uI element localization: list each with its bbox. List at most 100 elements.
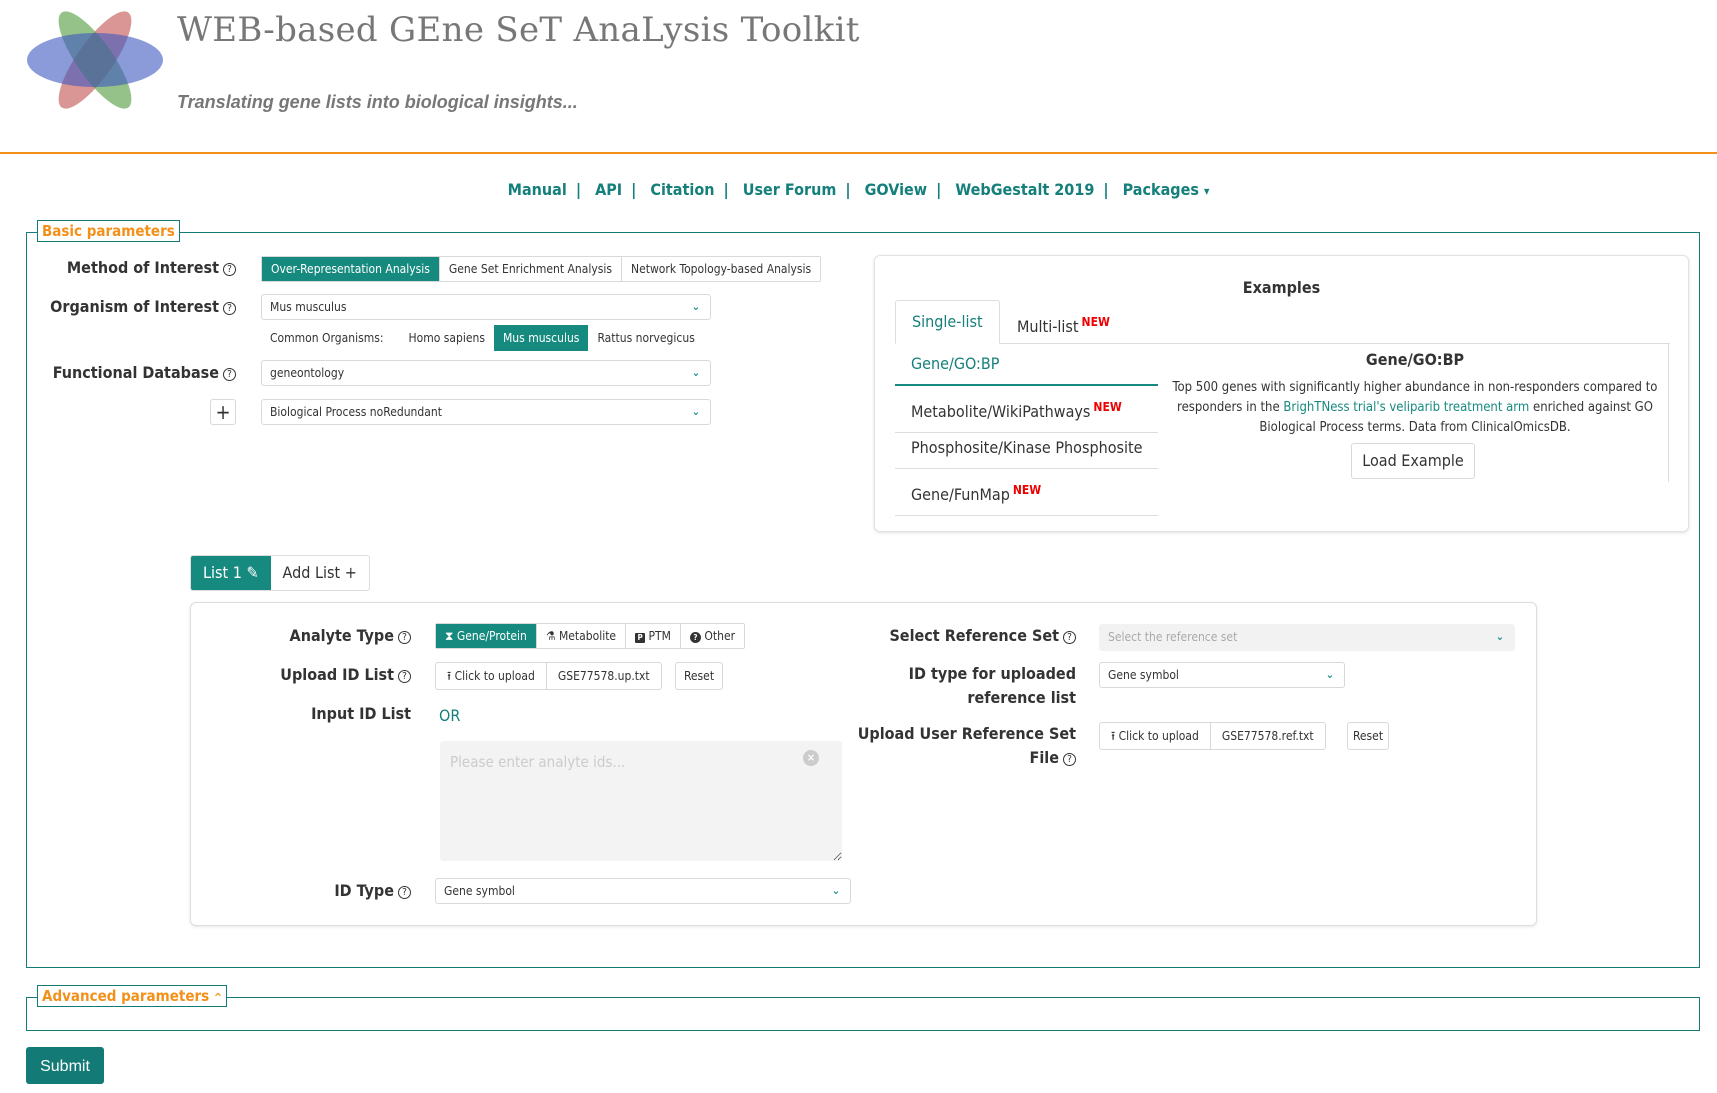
chevron-down-icon: ⌄	[691, 405, 700, 418]
example-item-metabolite-wikipathways[interactable]: Metabolite/WikiPathways NEW	[895, 387, 1158, 433]
analyte-label: Metabolite	[558, 629, 617, 643]
database-select[interactable]: geneontology ⌄	[261, 360, 711, 386]
help-icon[interactable]: ?	[1063, 631, 1076, 644]
upload-id-list-control: ⭱ Click to upload GSE77578.up.txt	[435, 662, 662, 690]
analyte-ptm[interactable]: P PTM	[626, 624, 681, 648]
idtype-label-text: ID Type	[334, 881, 394, 900]
organism-chip-rattus-norvegicus[interactable]: Rattus norvegicus	[588, 325, 703, 351]
site-title: WEB-based GEne SeT AnaLysis Toolkit	[177, 10, 860, 50]
ref-upload-button[interactable]: ⭱ Click to upload	[1100, 723, 1211, 749]
analyte-label-text: Analyte Type	[289, 626, 394, 645]
ref-id-type-select[interactable]: Gene symbol ⌄	[1099, 662, 1345, 688]
analyte-metabolite[interactable]: ⚗ Metabolite	[537, 624, 627, 648]
help-icon[interactable]: ?	[398, 670, 411, 683]
help-icon[interactable]: ?	[398, 886, 411, 899]
chevron-down-icon: ⌄	[691, 300, 700, 313]
examples-tab-single-list[interactable]: Single-list	[895, 300, 1000, 344]
p-square-icon: P	[635, 633, 646, 643]
nav-separator: |	[631, 180, 637, 199]
analyte-other[interactable]: ? Other	[681, 624, 744, 648]
add-list-tab[interactable]: Add List +	[271, 556, 369, 590]
organism-select[interactable]: Mus musculus ⌄	[261, 294, 711, 320]
analyte-label: PTM	[648, 629, 671, 643]
upload-label-text: Upload ID List	[280, 665, 394, 684]
database-label-text: Functional Database	[52, 363, 219, 382]
nav-user-forum[interactable]: User Forum	[743, 180, 837, 199]
add-database-button[interactable]: +	[210, 399, 236, 425]
nav-packages-label: Packages	[1122, 180, 1199, 199]
analyte-label: Gene/Protein	[456, 629, 527, 643]
nav-manual[interactable]: Manual	[508, 180, 567, 199]
list-1-tab[interactable]: List 1 ✎	[191, 556, 271, 590]
method-gsea[interactable]: Gene Set Enrichment Analysis	[440, 257, 623, 281]
id-type-select[interactable]: Gene symbol ⌄	[435, 878, 851, 904]
help-icon[interactable]: ?	[223, 302, 236, 315]
common-organisms: Common Organisms: Homo sapiens Mus muscu…	[270, 325, 704, 351]
nav-separator: |	[1103, 180, 1109, 199]
example-item-phosphosite-kinase[interactable]: Phosphosite/Kinase Phosphosite	[895, 428, 1158, 469]
help-icon[interactable]: ?	[398, 631, 411, 644]
basic-parameters-legend: Basic parameters	[37, 220, 180, 242]
advanced-legend-text: Advanced parameters	[42, 987, 210, 1005]
method-label-text: Method of Interest	[66, 258, 219, 277]
example-item-label: Gene/FunMap	[911, 485, 1010, 504]
analyte-gene-protein[interactable]: ⧗ Gene/Protein	[436, 624, 537, 648]
examples-title: Examples	[1242, 278, 1321, 297]
ref-idtype-label-line2: reference list	[967, 688, 1076, 707]
reference-set-select[interactable]: Select the reference set ⌄	[1099, 624, 1515, 651]
ref-upload-label: Upload User Reference Set File?	[858, 722, 1076, 770]
list-tabs: List 1 ✎ Add List +	[190, 555, 370, 591]
example-item-label: Metabolite/WikiPathways	[911, 402, 1091, 421]
example-item-gene-funmap[interactable]: Gene/FunMap NEW	[895, 470, 1158, 516]
method-ora[interactable]: Over-Representation Analysis	[262, 257, 440, 281]
ref-upload-label-line1: Upload User Reference Set	[857, 724, 1076, 743]
list-1-label: List 1	[203, 563, 242, 582]
example-item-gene-go-bp[interactable]: Gene/GO:BP	[895, 344, 1158, 386]
upload-icon: ⭱	[1111, 729, 1116, 743]
idtype-value: Gene symbol	[444, 884, 515, 898]
webgestalt-logo	[27, 11, 163, 109]
nav-api[interactable]: API	[595, 180, 622, 199]
ref-reset-button[interactable]: Reset	[1347, 722, 1389, 750]
upload-icon: ⭱	[447, 669, 452, 683]
nav-goview[interactable]: GOView	[865, 180, 927, 199]
pencil-icon[interactable]: ✎	[246, 563, 258, 582]
database-subtype-select[interactable]: Biological Process noRedundant ⌄	[261, 399, 711, 425]
help-icon[interactable]: ?	[1063, 753, 1076, 766]
or-label: OR	[439, 706, 461, 725]
reference-set-label: Select Reference Set?	[889, 626, 1076, 645]
advanced-parameters-toggle[interactable]: Advanced parameters ^	[37, 985, 228, 1007]
organism-label: Organism of Interest?	[50, 297, 236, 316]
common-organisms-label: Common Organisms:	[270, 331, 384, 345]
input-id-list-label: Input ID List	[311, 704, 411, 723]
clear-icon[interactable]: ×	[803, 750, 819, 766]
help-icon[interactable]: ?	[223, 368, 236, 381]
ref-upload-label-line2: File	[1029, 748, 1059, 767]
organism-chip-homo-sapiens[interactable]: Homo sapiens	[400, 325, 494, 351]
brightness-trial-link[interactable]: BrighTNess trial's veliparib treatment a…	[1283, 400, 1529, 415]
upload-button[interactable]: ⭱ Click to upload	[436, 663, 547, 689]
question-circle-icon: ?	[689, 632, 701, 643]
nav-packages-dropdown[interactable]: Packages ▾	[1123, 180, 1210, 199]
examples-tab-multi-list[interactable]: Multi-list NEW	[1007, 302, 1120, 347]
ref-idtype-value: Gene symbol	[1108, 668, 1179, 682]
reset-upload-button[interactable]: Reset	[675, 662, 723, 690]
load-example-button[interactable]: Load Example	[1351, 443, 1475, 479]
header-divider	[0, 152, 1717, 154]
method-selector: Over-Representation Analysis Gene Set En…	[261, 256, 822, 282]
nav-citation[interactable]: Citation	[650, 180, 714, 199]
analyte-type-selector: ⧗ Gene/Protein ⚗ Metabolite P PTM ? Othe…	[435, 623, 746, 649]
database-value: geneontology	[270, 366, 345, 380]
help-icon[interactable]: ?	[223, 263, 236, 276]
organism-chip-mus-musculus[interactable]: Mus musculus	[493, 325, 589, 351]
method-nta[interactable]: Network Topology-based Analysis	[622, 257, 820, 281]
database-subtype-value: Biological Process noRedundant	[270, 405, 442, 419]
id-type-label: ID Type?	[334, 881, 411, 900]
caret-up-icon: ^	[213, 991, 223, 1004]
submit-button[interactable]: Submit	[26, 1047, 104, 1084]
analyte-ids-textarea[interactable]	[440, 741, 842, 861]
chevron-down-icon: ⌄	[1495, 630, 1504, 643]
nav-webgestalt-2019[interactable]: WebGestalt 2019	[955, 180, 1094, 199]
add-list-label: Add List	[282, 563, 341, 582]
chevron-down-icon: ⌄	[1325, 668, 1334, 681]
